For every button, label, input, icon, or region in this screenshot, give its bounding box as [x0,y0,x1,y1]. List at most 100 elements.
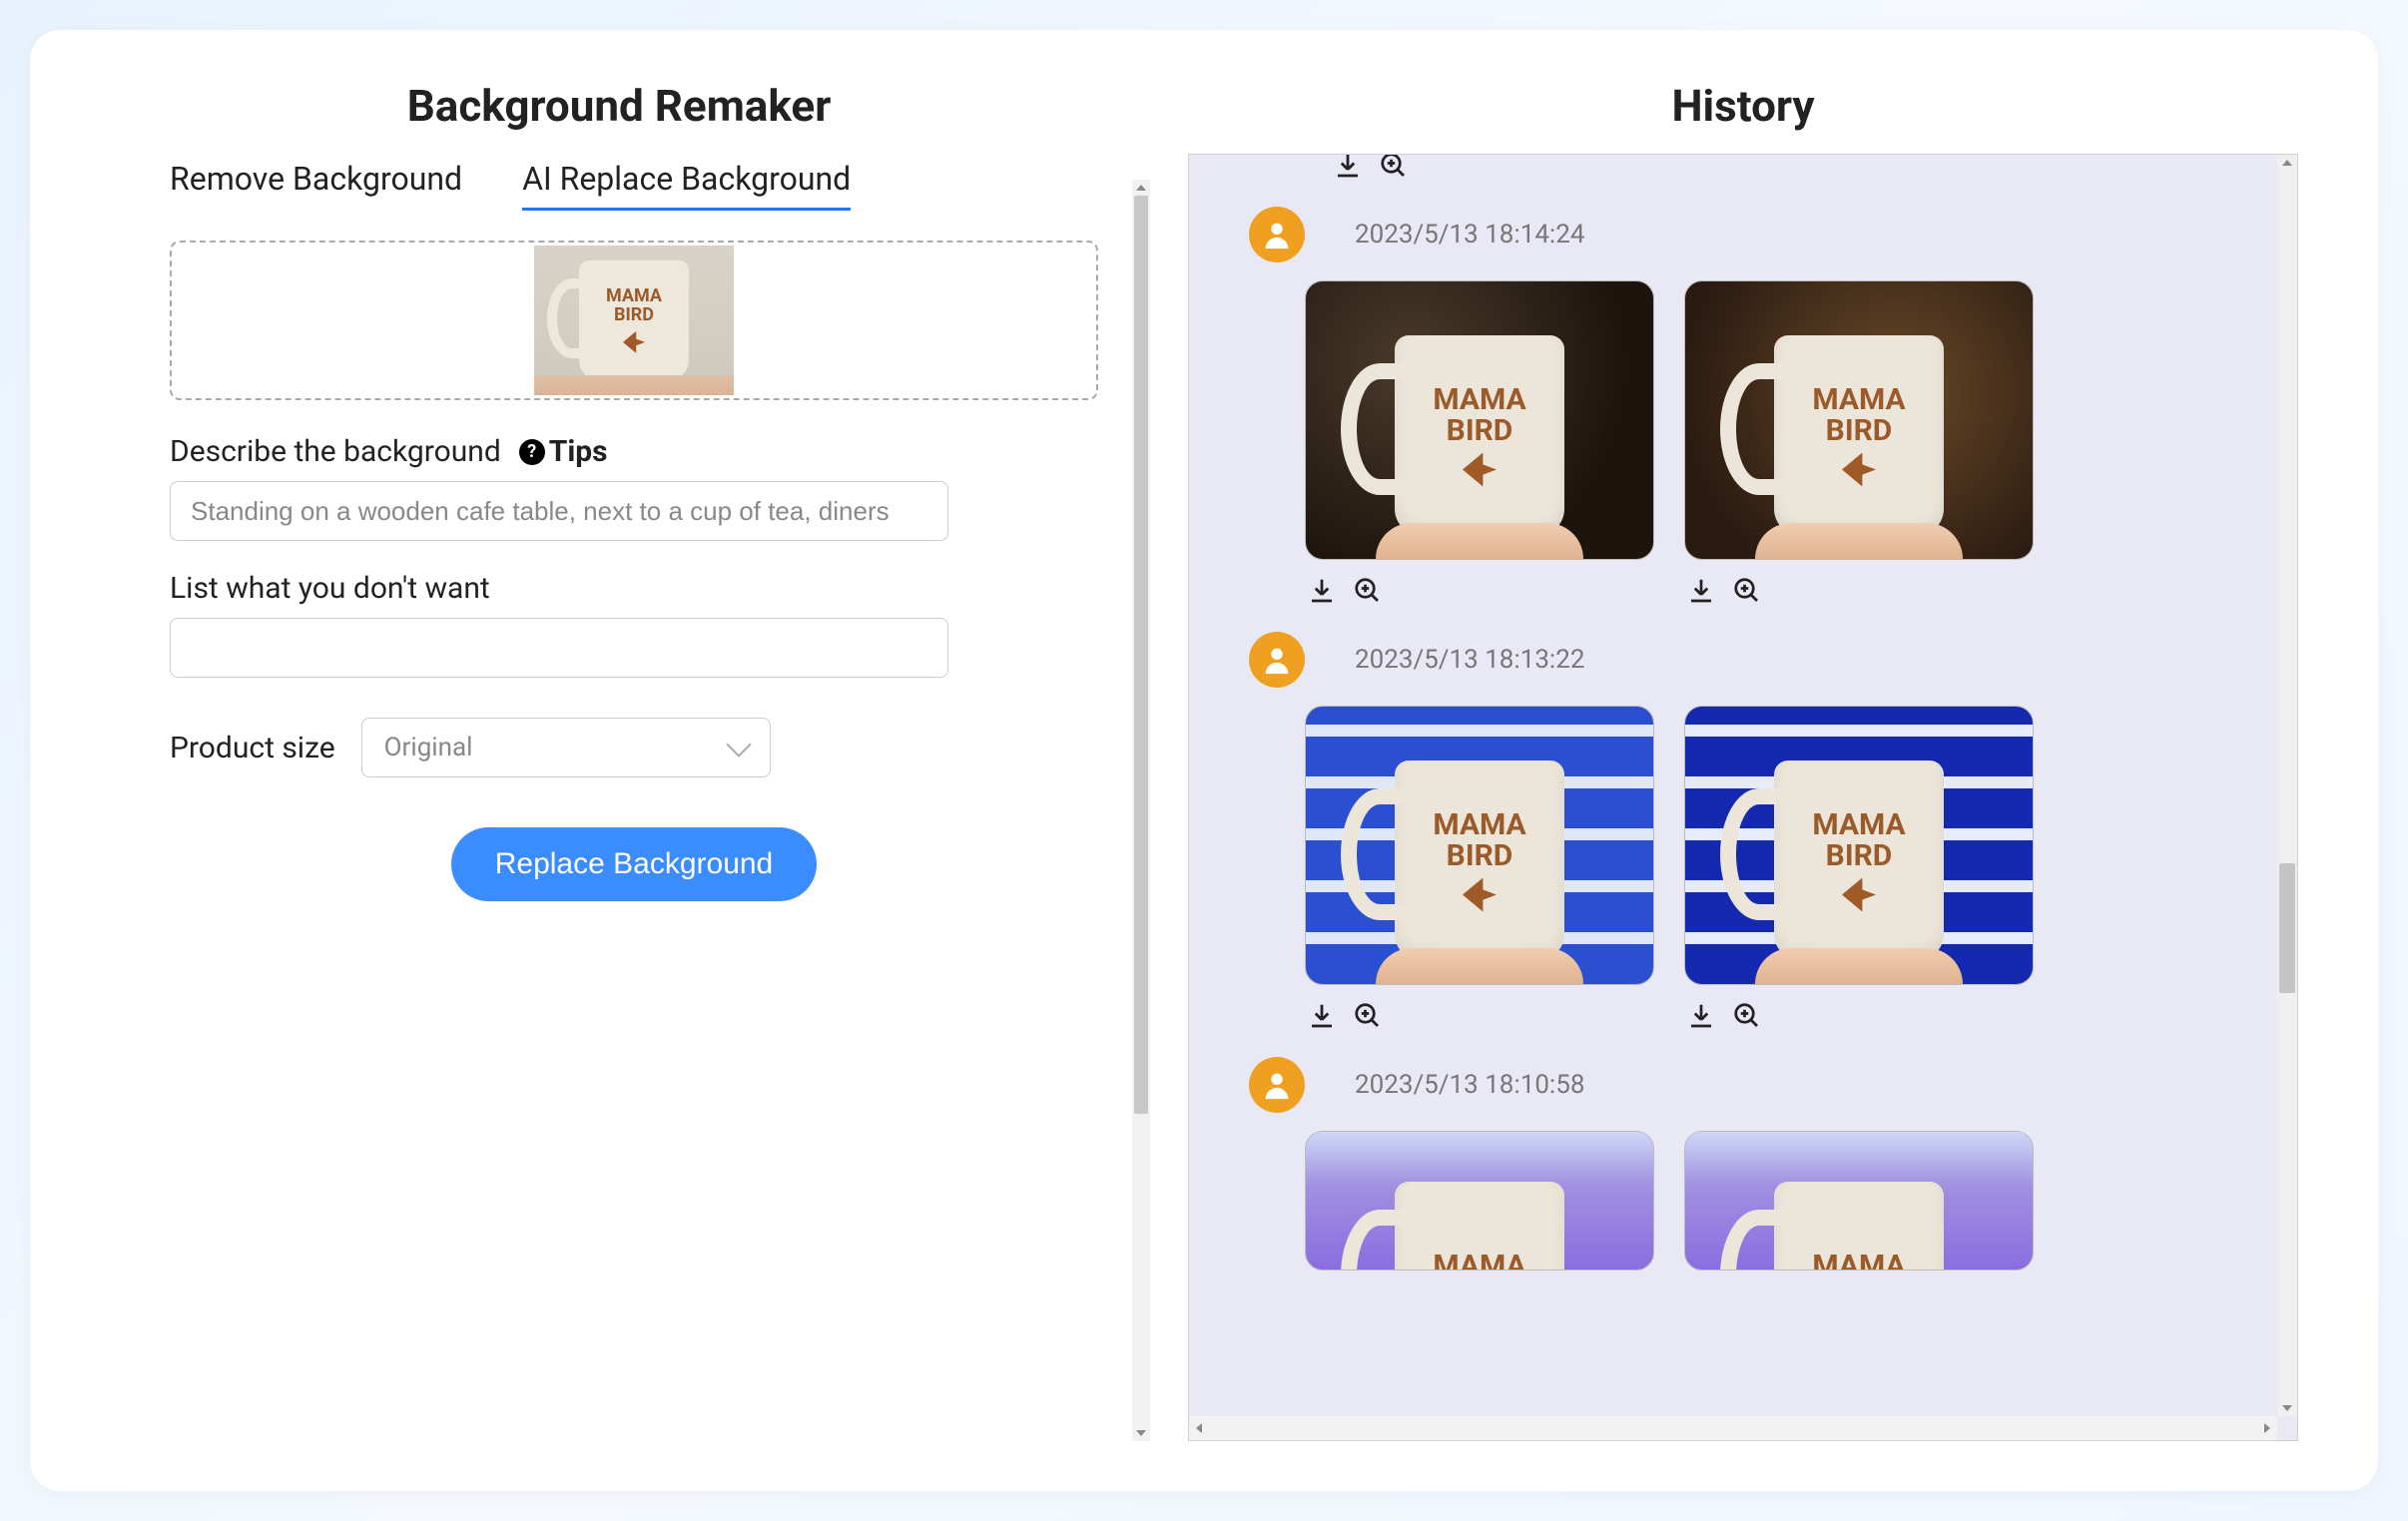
history-item: 2023/5/13 18:13:22 MAMABIRD [1249,632,2217,1033]
history-result-image[interactable]: MAMABIRD [1684,706,2034,985]
user-icon [1260,218,1294,252]
history-image-col: MAMABIRD [1684,706,2034,1033]
history-item-header: 2023/5/13 18:10:58 [1249,1057,2217,1113]
exclude-label: List what you don't want [170,571,1098,606]
hand-graphic [534,375,734,395]
describe-label-row: Describe the background ? Tips [170,434,1098,469]
describe-input[interactable] [170,481,948,541]
scroll-left-icon [1196,1423,1202,1433]
question-icon: ? [519,439,545,465]
bird-icon [1842,878,1876,912]
chevron-down-icon [726,732,751,757]
describe-label: Describe the background [170,434,501,469]
history-timestamp: 2023/5/13 18:14:24 [1355,220,1584,250]
product-size-row: Product size Original [170,718,1098,777]
bird-icon [623,331,645,353]
history-result-image[interactable]: MAMABIRD [1684,280,2034,560]
hand-graphic [1755,523,1964,559]
history-item: 2023/5/13 18:10:58 MAMABIRD MAMABIRD [1249,1057,2217,1270]
zoom-button[interactable] [1730,999,1764,1033]
download-button[interactable] [1684,999,1718,1033]
zoom-in-icon [1353,576,1383,606]
zoom-in-icon [1379,155,1409,181]
left-panel: Background Remaker Remove Background AI … [110,80,1128,1441]
history-result-image[interactable]: MAMABIRD [1305,280,1654,560]
scroll-down-icon [1136,1430,1146,1436]
uploaded-image-thumbnail[interactable]: MAMA BIRD [534,246,734,395]
zoom-button[interactable] [1730,574,1764,608]
zoom-button[interactable] [1351,999,1385,1033]
history-image-col: MAMABIRD [1305,706,1654,1033]
history-item-header: 2023/5/13 18:14:24 [1249,207,2217,262]
history-image-row: MAMABIRD MAMABIRD [1305,706,2217,1033]
scroll-right-icon [2264,1423,2270,1433]
download-icon [1686,1001,1716,1031]
product-size-select[interactable]: Original [361,718,771,777]
history-scrollbar-thumb[interactable] [2279,863,2295,993]
replace-background-button[interactable]: Replace Background [451,827,818,901]
mug-graphic: MAMA BIRD [579,260,689,380]
history-vertical-scrollbar[interactable] [2277,155,2297,1416]
left-content: MAMA BIRD Describe the background ? Tips… [110,241,1128,901]
left-title: Background Remaker [110,80,1128,132]
zoom-in-icon [1732,576,1762,606]
history-image-row: MAMABIRD MAMABIRD [1305,280,2217,608]
upload-dropzone[interactable]: MAMA BIRD [170,241,1098,400]
scroll-up-icon [1136,185,1146,191]
download-button[interactable] [1331,155,1365,183]
history-image-row: MAMABIRD MAMABIRD [1305,1131,2217,1270]
history-horizontal-scrollbar[interactable] [1189,1416,2277,1440]
app-card: Background Remaker Remove Background AI … [30,30,2378,1491]
user-icon [1260,643,1294,677]
download-icon [1686,576,1716,606]
left-scrollbar-thumb[interactable] [1134,196,1148,1114]
download-button[interactable] [1305,574,1339,608]
tips-link[interactable]: ? Tips [519,434,608,469]
mug-text-line2: BIRD [614,306,654,325]
avatar [1249,632,1305,688]
user-icon [1260,1068,1294,1102]
download-icon [1307,576,1337,606]
history-title: History [1188,80,2298,132]
download-icon [1333,155,1363,181]
right-panel: History 2023/5/ [1188,80,2298,1441]
product-size-value: Original [384,733,473,762]
hand-graphic [1755,948,1964,984]
tab-ai-replace-background[interactable]: AI Replace Background [522,160,851,211]
download-button[interactable] [1305,999,1339,1033]
hand-graphic [1376,523,1584,559]
product-size-label: Product size [170,731,335,765]
history-content[interactable]: 2023/5/13 18:14:24 MAMABIRD [1189,155,2277,1416]
history-item: 2023/5/13 18:14:24 MAMABIRD [1249,207,2217,608]
scroll-up-icon [2282,160,2292,166]
history-result-image[interactable]: MAMABIRD [1684,1131,2034,1270]
zoom-button[interactable] [1377,155,1411,183]
history-image-col: MAMABIRD [1684,280,2034,608]
hand-graphic [1376,948,1584,984]
avatar [1249,207,1305,262]
history-box: 2023/5/13 18:14:24 MAMABIRD [1188,154,2298,1441]
tips-label: Tips [549,434,608,469]
scroll-down-icon [2282,1405,2292,1411]
history-timestamp: 2023/5/13 18:13:22 [1355,645,1584,675]
history-image-col: MAMABIRD [1684,1131,2034,1270]
history-result-image[interactable]: MAMABIRD [1305,706,1654,985]
zoom-in-icon [1732,1001,1762,1031]
tab-row: Remove Background AI Replace Background [110,160,1128,211]
history-image-col: MAMABIRD [1305,280,1654,608]
history-result-image[interactable]: MAMABIRD [1305,1131,1654,1270]
avatar [1249,1057,1305,1113]
bird-icon [1463,878,1497,912]
history-item-peek-actions [1331,155,2217,183]
left-scrollbar[interactable] [1132,180,1150,1441]
zoom-button[interactable] [1351,574,1385,608]
history-timestamp: 2023/5/13 18:10:58 [1355,1070,1584,1100]
tab-remove-background[interactable]: Remove Background [170,160,462,211]
bird-icon [1463,453,1497,487]
download-button[interactable] [1684,574,1718,608]
download-icon [1307,1001,1337,1031]
bird-icon [1842,453,1876,487]
history-item-header: 2023/5/13 18:13:22 [1249,632,2217,688]
exclude-input[interactable] [170,618,948,678]
history-image-col: MAMABIRD [1305,1131,1654,1270]
